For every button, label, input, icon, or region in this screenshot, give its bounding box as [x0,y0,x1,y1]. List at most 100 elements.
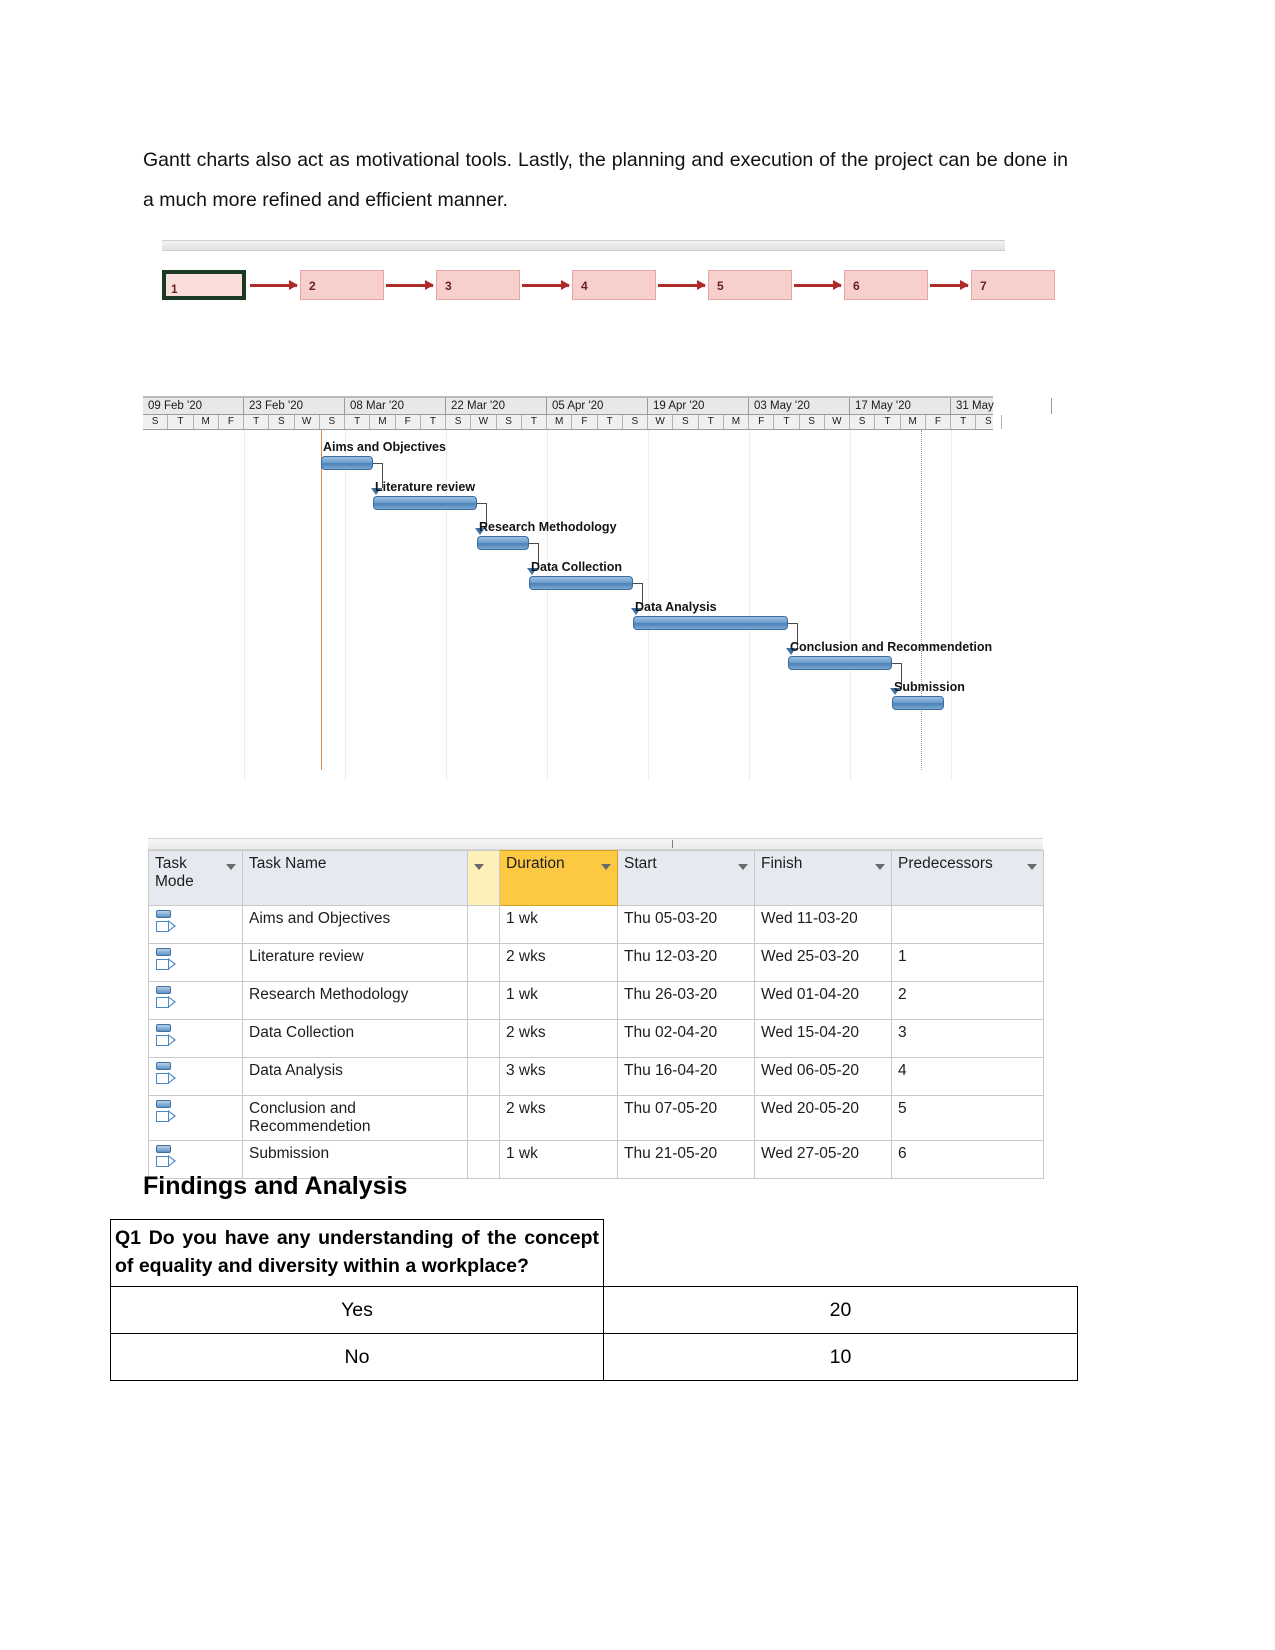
table-row[interactable]: Conclusion and Recommendetion 2 wks Thu 07… [148,1095,1044,1141]
cell-task-name[interactable]: Data Collection [242,1019,468,1058]
gantt-gridline [749,430,750,781]
cell-finish[interactable]: Wed 20-05-20 [754,1095,892,1141]
gantt-day-cell: S [673,415,699,429]
network-node-1[interactable]: 1 [162,270,246,300]
cell-duration[interactable]: 2 wks [499,1019,618,1058]
cell-task-mode[interactable] [148,943,243,982]
gantt-task-bar[interactable] [529,576,633,590]
cell-narrow-spacer [467,905,500,944]
gantt-day-header[interactable]: STMFTSWSTMFTSWSTMFTSWSTMFTSWSTMFTS [143,415,1002,430]
cell-task-mode[interactable] [148,1057,243,1096]
network-node-7[interactable]: 7 [971,270,1055,300]
cell-task-name[interactable]: Data Analysis [242,1057,468,1096]
cell-finish[interactable]: Wed 11-03-20 [754,905,892,944]
scrollbar-tick [672,840,673,848]
table-row[interactable]: Literature review 2 wks Thu 12-03-20 Wed 25… [148,943,1044,982]
cell-narrow-spacer [467,943,500,982]
cell-finish[interactable]: Wed 15-04-20 [754,1019,892,1058]
cell-start[interactable]: Thu 05-03-20 [617,905,755,944]
column-header-start[interactable]: Start [617,850,755,906]
cell-finish[interactable]: Wed 27-05-20 [754,1140,892,1179]
gantt-day-cell: F [749,415,775,429]
cell-predecessors[interactable]: 5 [891,1095,1044,1141]
manually-scheduled-icon[interactable] [155,986,177,1010]
network-node-2[interactable]: 2 [300,270,384,300]
network-node-5[interactable]: 5 [708,270,792,300]
cell-task-mode[interactable] [148,981,243,1020]
cell-predecessors[interactable]: 1 [891,943,1044,982]
chevron-down-icon[interactable] [474,864,484,870]
cell-duration[interactable]: 1 wk [499,981,618,1020]
cell-duration[interactable]: 2 wks [499,943,618,982]
start-label: Start [624,855,657,872]
column-header-duration[interactable]: Duration [499,850,618,906]
manually-scheduled-icon[interactable] [155,948,177,972]
gantt-task-bar[interactable] [633,616,788,630]
manually-scheduled-icon[interactable] [155,1145,177,1169]
network-arrow-5-6 [794,280,842,290]
cell-task-name[interactable]: Research Methodology [242,981,468,1020]
cell-start[interactable]: Thu 02-04-20 [617,1019,755,1058]
cell-start[interactable]: Thu 21-05-20 [617,1140,755,1179]
network-node-3[interactable]: 3 [436,270,520,300]
manually-scheduled-icon[interactable] [155,1100,177,1124]
cell-task-name[interactable]: Aims and Objectives [242,905,468,944]
table-row[interactable]: Data Analysis 3 wks Thu 16-04-20 Wed 06-05-… [148,1057,1044,1096]
cell-start[interactable]: Thu 07-05-20 [617,1095,755,1141]
cell-start[interactable]: Thu 16-04-20 [617,1057,755,1096]
gantt-day-cell: S [320,415,345,429]
gantt-day-cell: S [850,415,876,429]
gantt-day-cell: T [875,415,901,429]
manually-scheduled-icon[interactable] [155,1062,177,1086]
cell-duration[interactable]: 1 wk [499,1140,618,1179]
cell-task-name[interactable]: Literature review [242,943,468,982]
table-row[interactable]: Aims and Objectives 1 wk Thu 05-03-20 Wed 1… [148,905,1044,944]
column-header-finish[interactable]: Finish [754,850,892,906]
gantt-task-bar[interactable] [477,536,529,550]
cell-finish[interactable]: Wed 25-03-20 [754,943,892,982]
column-header-task-mode[interactable]: Task Mode [148,850,243,906]
cell-predecessors[interactable]: 4 [891,1057,1044,1096]
chevron-down-icon[interactable] [738,864,748,870]
network-node-4[interactable]: 4 [572,270,656,300]
manually-scheduled-icon[interactable] [155,1024,177,1048]
gantt-gridline [345,430,346,781]
network-node-6[interactable]: 6 [844,270,928,300]
cell-finish[interactable]: Wed 01-04-20 [754,981,892,1020]
cell-predecessors[interactable]: 2 [891,981,1044,1020]
cell-predecessors[interactable]: 3 [891,1019,1044,1058]
column-header-filter-narrow[interactable] [467,850,500,906]
cell-finish[interactable]: Wed 06-05-20 [754,1057,892,1096]
table-scrollbar[interactable] [148,838,1043,850]
table-row[interactable]: Research Methodology 1 wk Thu 26-03-20 Wed … [148,981,1044,1020]
gantt-task-bar[interactable] [788,656,892,670]
cell-task-mode[interactable] [148,1095,243,1141]
manually-scheduled-icon[interactable] [155,910,177,934]
cell-narrow-spacer [467,1057,500,1096]
chevron-down-icon[interactable] [875,864,885,870]
cell-task-mode[interactable] [148,905,243,944]
chevron-down-icon[interactable] [1027,864,1037,870]
cell-start[interactable]: Thu 12-03-20 [617,943,755,982]
cell-predecessors[interactable] [891,905,1044,944]
cell-duration[interactable]: 2 wks [499,1095,618,1141]
chevron-down-icon[interactable] [226,864,236,870]
gantt-task-bar[interactable] [373,496,477,510]
chevron-down-icon[interactable] [601,864,611,870]
cell-duration[interactable]: 3 wks [499,1057,618,1096]
gantt-timeline-header[interactable]: 09 Feb '20 23 Feb '20 08 Mar '20 22 Mar '20… [143,398,1052,415]
cell-start[interactable]: Thu 26-03-20 [617,981,755,1020]
gantt-day-cell: T [244,415,270,429]
gantt-task-label: Submission [894,680,965,694]
cell-predecessors[interactable]: 6 [891,1140,1044,1179]
gantt-body[interactable]: Aims and Objectives Literature review Rese… [143,430,993,781]
cell-task-mode[interactable] [148,1019,243,1058]
finish-label: Finish [761,855,803,872]
cell-duration[interactable]: 1 wk [499,905,618,944]
gantt-task-bar[interactable] [321,456,373,470]
column-header-predecessors[interactable]: Predecessors [891,850,1044,906]
table-row[interactable]: Data Collection 2 wks Thu 02-04-20 Wed 15-0… [148,1019,1044,1058]
column-header-task-name[interactable]: Task Name [242,850,468,906]
gantt-task-bar[interactable] [892,696,944,710]
cell-task-name[interactable]: Conclusion and Recommendetion [242,1095,468,1141]
